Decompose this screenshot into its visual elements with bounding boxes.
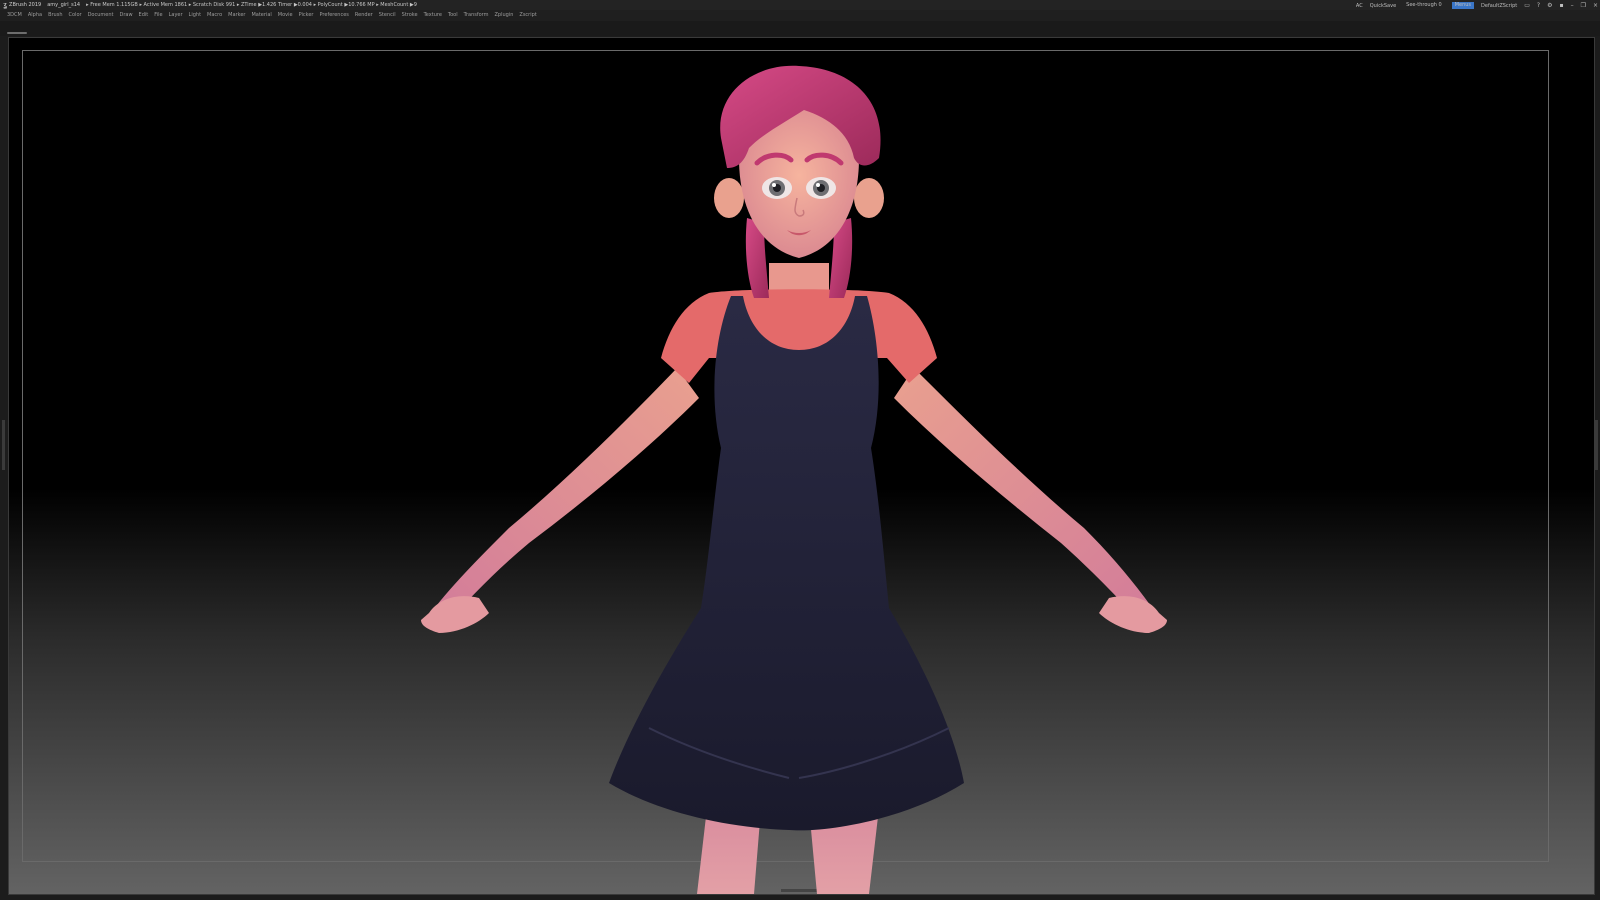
menu-light[interactable]: Light	[189, 10, 201, 21]
menu-color[interactable]: Color	[69, 10, 82, 21]
menu-marker[interactable]: Marker	[228, 10, 245, 21]
menu-3dcm[interactable]: 3DCM	[7, 10, 22, 21]
menu-picker[interactable]: Picker	[299, 10, 314, 21]
layout-icon[interactable]: ▭	[1524, 1, 1530, 11]
settings-icon[interactable]: ⚙	[1547, 1, 1552, 11]
status-readout: ▸ Free Mem 1.115GB ▸ Active Mem 1861 ▸ S…	[86, 2, 417, 8]
minimize-icon[interactable]: –	[1571, 1, 1574, 11]
menu-brush[interactable]: Brush	[48, 10, 62, 21]
tab-strip	[0, 21, 1600, 36]
close-icon[interactable]: ×	[1593, 1, 1598, 11]
default-zscript-button[interactable]: DefaultZScript	[1481, 1, 1517, 11]
character-model[interactable]	[9, 38, 1594, 894]
app-title: ZBrush 2019	[9, 2, 42, 8]
menu-layer[interactable]: Layer	[169, 10, 183, 21]
menu-alpha[interactable]: Alpha	[28, 10, 42, 21]
document-tab[interactable]	[7, 32, 27, 34]
menu-transform[interactable]: Transform	[464, 10, 489, 21]
menu-render[interactable]: Render	[355, 10, 373, 21]
menus-toggle-button[interactable]: Menus	[1451, 2, 1475, 9]
help-icon[interactable]: ?	[1537, 1, 1540, 11]
menu-draw[interactable]: Draw	[119, 10, 132, 21]
restore-icon[interactable]: ❐	[1581, 1, 1586, 11]
title-bar: ʓ ZBrush 2019 amy_girl_s14 ▸ Free Mem 1.…	[0, 0, 1600, 11]
menu-edit[interactable]: Edit	[139, 10, 149, 21]
menu-document[interactable]: Document	[88, 10, 114, 21]
menu-stencil[interactable]: Stencil	[379, 10, 396, 21]
ear-left	[714, 178, 744, 218]
document-canvas[interactable]	[8, 37, 1595, 895]
menu-texture[interactable]: Texture	[424, 10, 442, 21]
menu-macro[interactable]: Macro	[207, 10, 222, 21]
file-name: amy_girl_s14	[47, 2, 81, 8]
menu-file[interactable]: File	[154, 10, 162, 21]
menu-material[interactable]: Material	[251, 10, 271, 21]
quicksave-button[interactable]: QuickSave	[1370, 1, 1396, 11]
ear-right	[854, 178, 884, 218]
menu-zplugin[interactable]: Zplugin	[495, 10, 514, 21]
menu-preferences[interactable]: Preferences	[320, 10, 349, 21]
menu-stroke[interactable]: Stroke	[402, 10, 418, 21]
menu-movie[interactable]: Movie	[278, 10, 293, 21]
menu-zscript[interactable]: Zscript	[519, 10, 536, 21]
ac-button[interactable]: AC	[1356, 1, 1363, 11]
menu-bar: 3DCM Alpha Brush Color Document Draw Edi…	[0, 10, 1600, 21]
menu-tool[interactable]: Tool	[448, 10, 458, 21]
lock-icon[interactable]: ▪	[1560, 1, 1564, 11]
zbrush-logo-icon: ʓ	[3, 1, 8, 9]
left-tray-handle[interactable]	[2, 420, 5, 470]
right-tray-handle[interactable]	[1595, 420, 1598, 470]
